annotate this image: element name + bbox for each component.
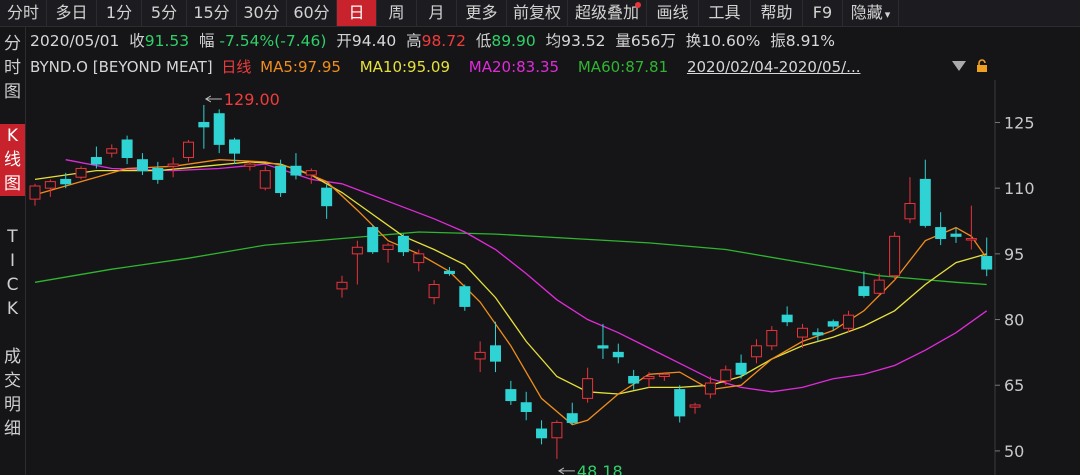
ma60-line bbox=[34, 231, 987, 286]
candle-down bbox=[136, 159, 148, 172]
candle-up bbox=[413, 253, 425, 264]
ma10-line bbox=[34, 161, 987, 395]
candle-down bbox=[812, 332, 824, 336]
candle-down bbox=[60, 178, 72, 185]
candle-up bbox=[167, 163, 179, 167]
candle-up bbox=[29, 185, 41, 200]
candle-down bbox=[152, 167, 164, 180]
candle-up bbox=[658, 373, 670, 377]
candle-up bbox=[843, 314, 855, 329]
candle-down bbox=[275, 165, 287, 194]
candle-up bbox=[766, 329, 778, 347]
candle-down bbox=[121, 139, 133, 159]
candle-down bbox=[674, 389, 686, 417]
candle-down bbox=[566, 413, 578, 423]
candle-up bbox=[643, 375, 655, 380]
y-axis-tick-label: 125 bbox=[1004, 113, 1035, 132]
candle-down bbox=[950, 233, 962, 237]
candle-down bbox=[198, 121, 210, 128]
candle-up bbox=[965, 238, 977, 241]
candle-up bbox=[106, 148, 118, 154]
candle-up bbox=[551, 421, 563, 439]
candle-up bbox=[336, 281, 348, 290]
candle-down bbox=[90, 157, 102, 165]
candle-down bbox=[443, 270, 455, 275]
candle-up bbox=[75, 167, 87, 178]
y-axis-tick-label: 95 bbox=[1004, 245, 1024, 264]
candlestick-chart: 125 110 95 80 65 50 129.00 48.18 bbox=[29, 80, 1035, 475]
candle-up bbox=[904, 202, 916, 220]
y-axis-tick-label: 80 bbox=[1004, 311, 1024, 330]
candle-down bbox=[520, 402, 532, 413]
candle-down bbox=[229, 139, 241, 154]
y-axis-tick-label: 50 bbox=[1004, 442, 1024, 461]
candle-down bbox=[981, 255, 993, 270]
candle-down bbox=[858, 286, 870, 296]
low-annotation-label: 48.18 bbox=[577, 462, 623, 475]
candle-up bbox=[704, 382, 716, 395]
candle-down bbox=[735, 362, 747, 375]
candle-up bbox=[382, 244, 394, 250]
y-axis-tick-label: 65 bbox=[1004, 376, 1024, 395]
y-axis-tick-label: 110 bbox=[1004, 179, 1035, 198]
candle-down bbox=[459, 286, 471, 307]
candle-down bbox=[935, 227, 947, 240]
candle-up bbox=[474, 351, 486, 360]
candle-up bbox=[351, 246, 363, 255]
candle-up bbox=[428, 284, 440, 299]
candle-down bbox=[781, 314, 793, 323]
candle-down bbox=[213, 113, 225, 145]
candle-down bbox=[321, 187, 333, 207]
candle-down bbox=[919, 178, 931, 226]
candle-down bbox=[397, 235, 409, 253]
ma20-line bbox=[65, 159, 988, 393]
candle-down bbox=[290, 165, 302, 176]
candle-up bbox=[889, 235, 901, 277]
candle-up bbox=[720, 369, 732, 382]
candle-down bbox=[536, 428, 548, 439]
candle-down bbox=[628, 375, 640, 384]
candle-down bbox=[597, 345, 609, 349]
candle-down bbox=[367, 227, 379, 253]
candle-up bbox=[259, 170, 271, 189]
candle-up bbox=[582, 378, 594, 399]
candle-down bbox=[505, 389, 517, 402]
candle-up bbox=[44, 181, 56, 189]
candle-down bbox=[827, 321, 839, 327]
candle-up bbox=[305, 170, 317, 176]
candle-up bbox=[689, 404, 701, 408]
candle-up bbox=[183, 141, 194, 159]
candle-down bbox=[490, 345, 501, 362]
candle-up bbox=[244, 163, 256, 167]
candle-down bbox=[612, 351, 624, 358]
candle-up bbox=[797, 327, 808, 338]
candle-up bbox=[750, 345, 762, 358]
candle-up bbox=[873, 279, 885, 294]
high-annotation-label: 129.00 bbox=[224, 90, 280, 109]
